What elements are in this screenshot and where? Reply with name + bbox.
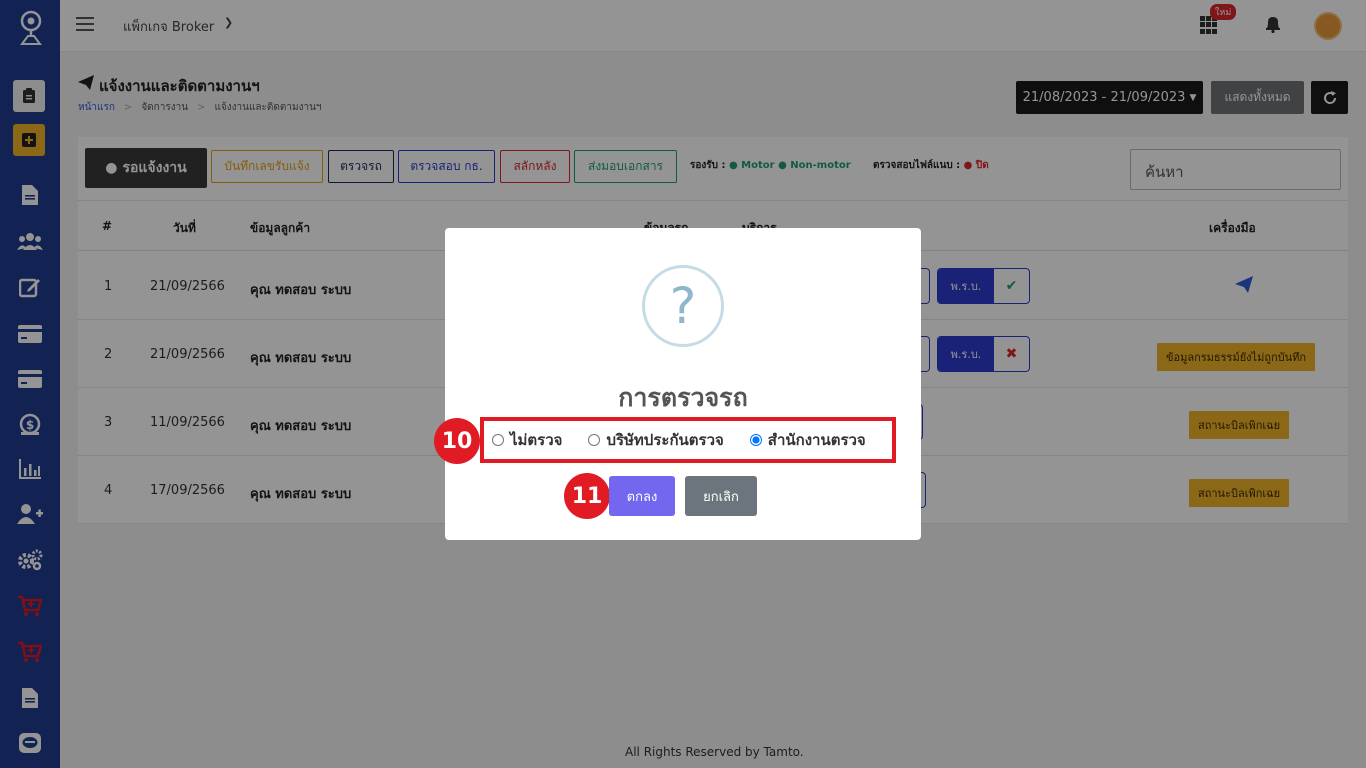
confirm-button[interactable]: ตกลง: [609, 476, 675, 516]
radio-office-inspection[interactable]: [749, 434, 762, 446]
option-label: สำนักงานตรวจ: [767, 431, 866, 449]
radio-insurer-inspection[interactable]: [588, 434, 601, 446]
question-icon: ?: [642, 265, 724, 347]
option-label: บริษัทประกันตรวจ: [606, 431, 724, 449]
option-no-inspection[interactable]: ไม่ตรวจ: [492, 428, 562, 452]
option-insurer-inspection[interactable]: บริษัทประกันตรวจ: [588, 428, 724, 452]
inspection-dialog: ? การตรวจรถ: [445, 228, 921, 540]
inspection-options-highlight: ไม่ตรวจ บริษัทประกันตรวจ สำนักงานตรวจ: [480, 417, 896, 463]
dialog-title: การตรวจรถ: [618, 383, 748, 412]
option-label: ไม่ตรวจ: [510, 431, 563, 449]
option-office-inspection[interactable]: สำนักงานตรวจ: [749, 428, 866, 452]
step-marker-11: 11: [564, 473, 610, 519]
step-marker-10: 10: [434, 418, 480, 464]
radio-no-inspection[interactable]: [492, 434, 504, 446]
cancel-button[interactable]: ยกเลิก: [685, 476, 757, 516]
